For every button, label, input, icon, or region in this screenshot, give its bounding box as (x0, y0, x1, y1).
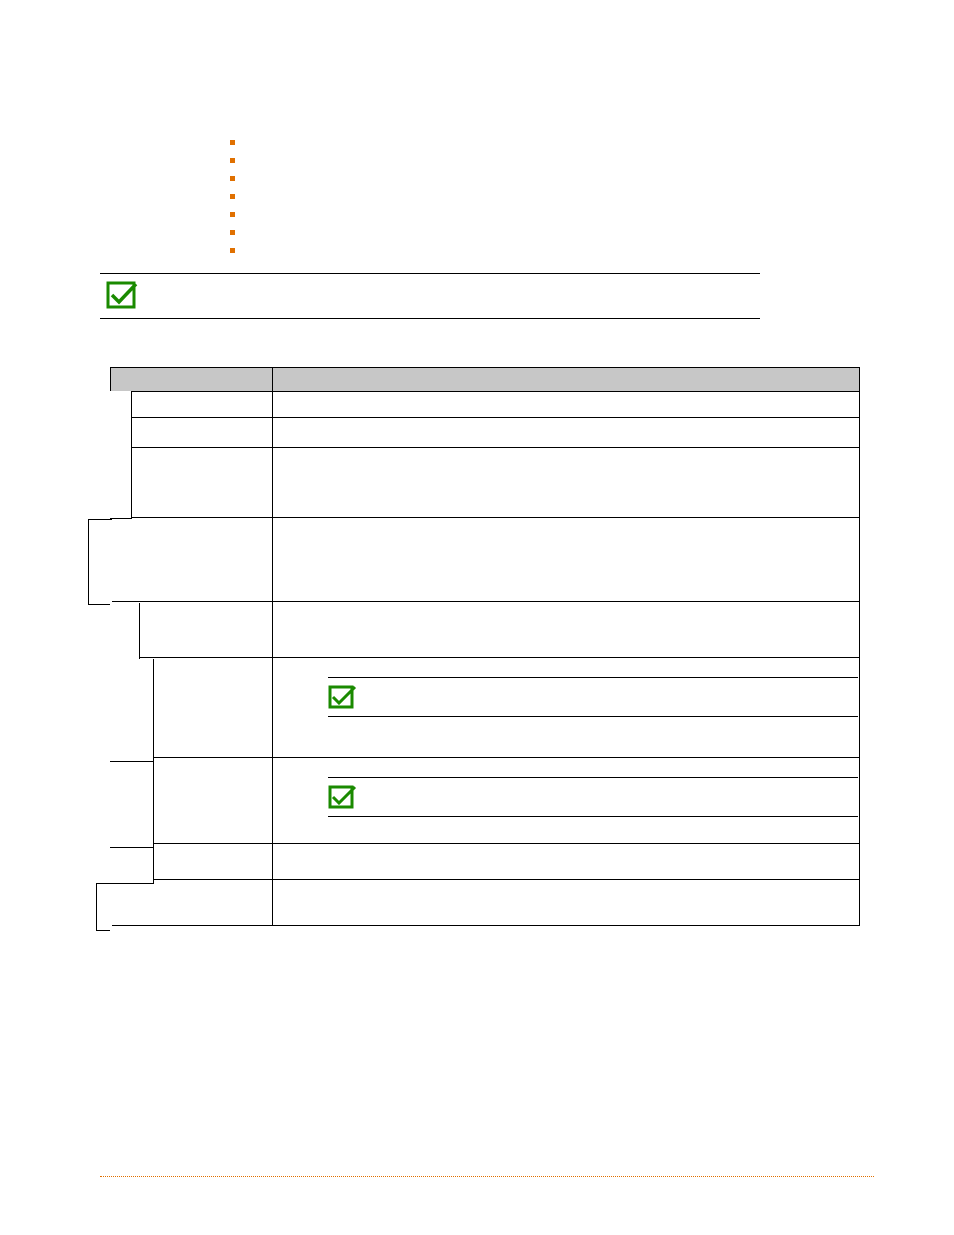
inner-option (328, 677, 858, 717)
config-table (110, 367, 860, 926)
table-cell (273, 602, 860, 658)
page (0, 0, 954, 1235)
bullet-icon (230, 212, 235, 217)
bullet-icon (230, 158, 235, 163)
bullet-icon (230, 140, 235, 145)
table-row (111, 602, 860, 658)
table-cell (111, 418, 273, 448)
section-heading (100, 274, 760, 319)
bullet-list (230, 140, 874, 253)
table-cell (273, 392, 860, 418)
table-cell (273, 518, 860, 602)
check-icon (328, 684, 358, 710)
bullet-icon (230, 176, 235, 181)
offset-extension (96, 883, 112, 931)
table-row (111, 418, 860, 448)
table-row (111, 448, 860, 518)
table-cell (111, 448, 273, 518)
table-row (111, 880, 860, 926)
table-cell (273, 448, 860, 518)
table-cell (273, 758, 860, 844)
offset-mask (110, 929, 154, 931)
offset-mask (110, 603, 140, 661)
table-header-row (111, 368, 860, 392)
table-row (111, 392, 860, 418)
table-row (111, 518, 860, 602)
bullet-icon (230, 194, 235, 199)
table-row (111, 658, 860, 758)
inner-option (328, 777, 858, 817)
check-icon (106, 280, 140, 310)
table-cell (273, 418, 860, 448)
bullet-icon (230, 230, 235, 235)
offset-extension (88, 519, 112, 605)
table-row (111, 844, 860, 880)
table-cell (111, 518, 273, 602)
check-icon (328, 784, 358, 810)
offset-divider (110, 847, 154, 848)
offset-mask (110, 659, 154, 883)
footer-divider (100, 1176, 874, 1177)
table-header-cell (111, 368, 273, 392)
table-wrap (100, 367, 874, 926)
table-cell (273, 880, 860, 926)
offset-divider (110, 883, 154, 884)
table-cell (273, 844, 860, 880)
offset-divider (110, 761, 154, 762)
offset-mask (110, 391, 132, 519)
table-cell (111, 880, 273, 926)
table-cell (111, 392, 273, 418)
table-row (111, 758, 860, 844)
table-header-cell (273, 368, 860, 392)
bullet-icon (230, 248, 235, 253)
table-cell (273, 658, 860, 758)
